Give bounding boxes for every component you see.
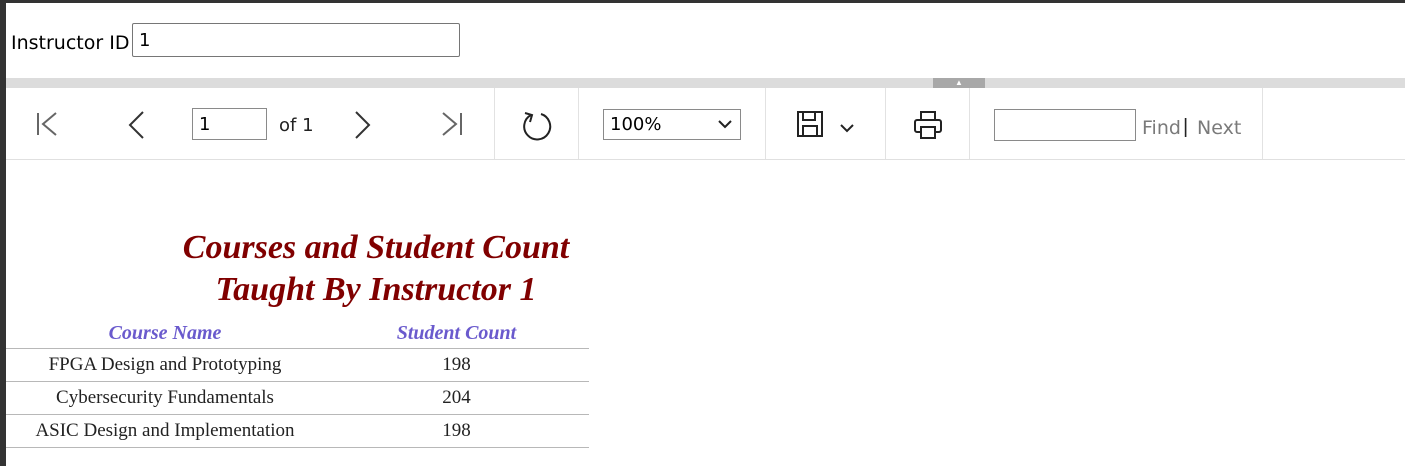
refresh-button[interactable] [520,109,554,143]
first-page-icon [37,112,57,136]
student-count-cell: 204 [324,381,589,415]
toolbar-divider [765,88,766,159]
toolbar-divider [1262,88,1263,159]
refresh-icon [523,112,552,141]
page-count-label: of 1 [279,115,314,136]
report-title-line2: Taught By Instructor 1 [215,271,537,308]
export-menu-button[interactable] [838,120,856,136]
find-next-button[interactable]: Next [1197,117,1241,139]
chevron-down-icon [840,124,854,133]
print-button[interactable] [912,110,944,140]
student-count-cell: 198 [324,348,589,382]
chevron-down-icon [718,120,732,129]
report-toolbar: of 1 100% [6,88,1405,160]
splitter-bar[interactable]: ▲ [6,78,1405,88]
report-title-line1: Courses and Student Count [182,229,570,266]
toolbar-divider [578,88,579,159]
instructor-id-label: Instructor ID [11,32,130,54]
collapse-handle[interactable]: ▲ [933,78,985,88]
page-number-input[interactable] [192,108,267,140]
last-page-icon [442,112,462,136]
previous-page-button[interactable] [126,110,148,140]
table-row: ASIC Design and Implementation 198 [6,414,589,448]
save-icon [797,111,823,137]
course-name-cell: FPGA Design and Prototyping [6,348,324,382]
collapse-up-icon: ▲ [955,78,963,87]
course-name-cell: ASIC Design and Implementation [6,414,324,448]
export-button[interactable] [796,110,824,138]
table-row: Cybersecurity Fundamentals 204 [6,381,589,415]
course-name-cell: Cybersecurity Fundamentals [6,381,324,415]
first-page-button[interactable] [34,110,60,138]
toolbar-divider [885,88,886,159]
find-button[interactable]: Find [1142,117,1181,139]
parameter-bar: Instructor ID [6,3,1405,78]
zoom-value: 100% [610,114,662,135]
table-header-row: Course Name Student Count [6,318,589,349]
courses-table: Course Name Student Count FPGA Design an… [6,318,589,448]
report-title: Courses and Student Count Taught By Inst… [6,227,746,311]
find-separator: | [1183,116,1189,138]
last-page-button[interactable] [439,110,465,138]
instructor-id-input[interactable] [132,23,460,57]
previous-page-icon [128,111,144,139]
student-count-cell: 198 [324,414,589,448]
table-row: FPGA Design and Prototyping 198 [6,348,589,382]
column-header-course-name: Course Name [6,318,324,349]
toolbar-divider [969,88,970,159]
report-viewer: Courses and Student Count Taught By Inst… [6,160,1405,466]
column-header-student-count: Student Count [324,318,589,349]
print-icon [914,111,942,139]
find-input[interactable] [994,109,1136,141]
next-page-icon [355,111,371,139]
next-page-button[interactable] [351,110,373,140]
zoom-select[interactable]: 100% [603,109,741,140]
toolbar-divider [494,88,495,159]
